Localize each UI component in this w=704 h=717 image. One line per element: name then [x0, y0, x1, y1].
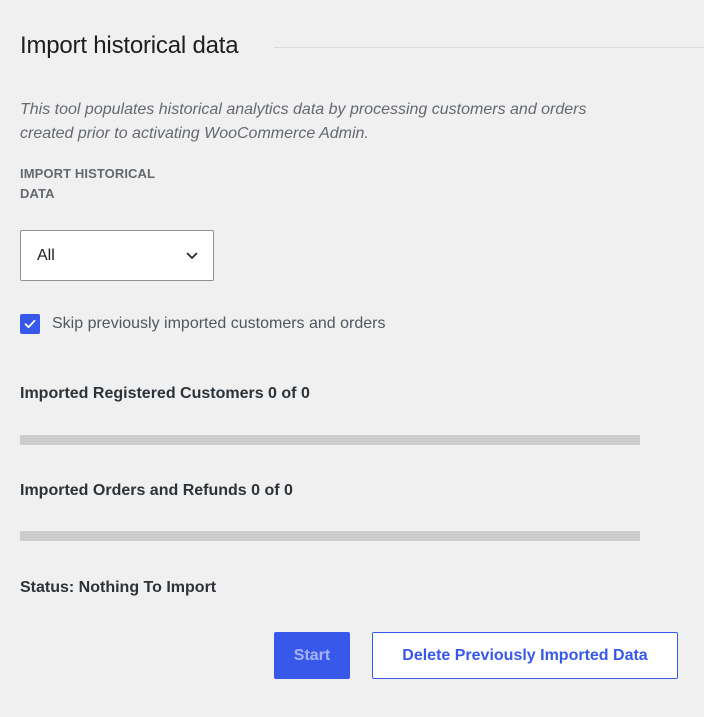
tool-description: This tool populates historical analytics…: [20, 101, 587, 142]
orders-progress-bar: [20, 531, 640, 541]
customers-progress-bar: [20, 435, 640, 445]
orders-progress-label: Imported Orders and Refunds 0 of 0: [20, 482, 293, 499]
customers-progress-label: Imported Registered Customers 0 of 0: [20, 385, 310, 402]
page-title: Import historical data: [20, 32, 239, 59]
import-period-selected-value: All: [37, 246, 55, 264]
check-icon: [23, 317, 37, 331]
import-status: Status: Nothing To Import: [20, 579, 217, 596]
skip-imported-label: Skip previously imported customers and o…: [52, 315, 386, 332]
import-historical-data-label: IMPORT HISTORICAL DATA: [20, 166, 155, 201]
skip-imported-checkbox[interactable]: [20, 314, 40, 334]
skip-imported-option[interactable]: Skip previously imported customers and o…: [20, 314, 385, 334]
section-header: Import historical data: [20, 30, 704, 62]
header-divider: [274, 46, 704, 48]
delete-imported-data-button[interactable]: Delete Previously Imported Data: [372, 632, 678, 679]
chevron-down-icon: [185, 249, 199, 263]
import-period-select[interactable]: All: [20, 230, 214, 281]
start-button[interactable]: Start: [274, 632, 350, 679]
